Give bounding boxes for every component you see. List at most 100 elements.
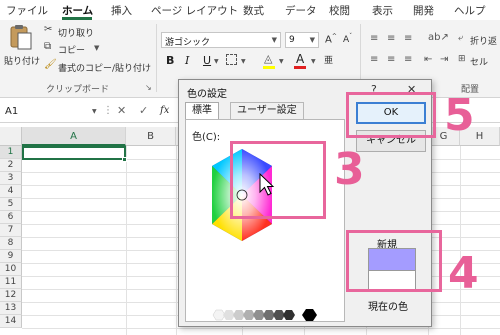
row-header[interactable]: 5 — [0, 198, 22, 211]
paste-label: 貼り付け — [4, 57, 41, 67]
fill-color-icon[interactable]: ◬ — [264, 52, 272, 65]
chevron-down-icon: ▼ — [271, 36, 277, 44]
wrap-icon[interactable]: ⤶ — [458, 33, 463, 43]
close-icon[interactable]: ✕ — [407, 83, 416, 96]
row-header[interactable]: 9 — [0, 250, 22, 263]
gridline — [126, 146, 127, 335]
decrease-font-icon[interactable]: Aˇ — [343, 33, 352, 45]
tab-help[interactable]: ヘルプ — [454, 3, 486, 18]
tab-data[interactable]: データ — [285, 3, 317, 18]
tab-file[interactable]: ファイル — [6, 3, 48, 18]
row-header[interactable]: 1 — [0, 146, 22, 159]
help-button[interactable]: ? — [371, 83, 377, 96]
font-size-value: 9 — [289, 35, 295, 45]
more-options-icon[interactable]: ⋮ — [103, 105, 113, 116]
name-box[interactable]: A1 — [2, 104, 86, 120]
hexagon-color-palette[interactable] — [190, 144, 310, 244]
align-left-icon[interactable]: ≡ — [370, 54, 378, 65]
format-painter-label: 書式のコピー/貼り付け — [58, 64, 152, 74]
row-header[interactable]: 2 — [0, 159, 22, 172]
enter-icon[interactable]: ✓ — [139, 104, 148, 117]
merge-label: セル — [470, 58, 489, 68]
indent-increase-icon[interactable]: ⇥ — [440, 54, 448, 65]
current-color-swatch — [368, 270, 416, 292]
gridline — [176, 146, 177, 335]
column-header-b[interactable]: B — [126, 127, 176, 146]
clipboard-group-label: クリップボード — [46, 85, 110, 95]
cut-button[interactable]: ✂ 切り取り — [44, 24, 104, 39]
row-header[interactable]: 3 — [0, 172, 22, 185]
font-color-button[interactable]: A — [296, 52, 304, 66]
tab-custom[interactable]: ユーザー設定 — [230, 102, 304, 120]
wrap-label: 折り返 — [470, 37, 498, 47]
bold-button[interactable]: B — [166, 54, 174, 67]
copy-icon: ⧉ — [44, 41, 52, 52]
dialog-launcher-icon[interactable]: ↘ — [145, 83, 152, 92]
font-name-value: 游ゴシック — [165, 38, 211, 48]
row-header[interactable]: 11 — [0, 276, 22, 289]
paste-button[interactable]: 貼り付け — [4, 24, 40, 67]
format-painter-button[interactable]: 🖌 書式のコピー/貼り付け — [44, 59, 151, 74]
clipboard-icon — [10, 25, 32, 50]
indent-decrease-icon[interactable]: ⇤ — [424, 54, 432, 65]
copy-button[interactable]: ⧉ コピー ▼ — [44, 41, 104, 56]
align-right-icon[interactable]: ≡ — [404, 54, 412, 65]
chevron-down-icon[interactable]: ▼ — [279, 58, 284, 65]
phonetic-icon[interactable]: 亜 — [324, 53, 333, 66]
row-header[interactable]: 7 — [0, 224, 22, 237]
tab-formulas[interactable]: 数式 — [243, 3, 264, 18]
dialog-title: 色の設定 — [187, 89, 227, 100]
brush-icon: 🖌 — [44, 59, 57, 70]
row-header[interactable]: 14 — [0, 315, 22, 328]
color-dialog: 色の設定 ? ✕ 標準 ユーザー設定 色(C): OK キャンセル 新規 現在の… — [178, 79, 432, 327]
step-number-5: 5 — [444, 90, 475, 141]
chevron-down-icon[interactable]: ▼ — [311, 58, 316, 65]
font-name-select[interactable]: 游ゴシック ▼ — [161, 32, 281, 48]
borders-icon[interactable] — [226, 54, 237, 65]
merge-icon[interactable]: ⊞ — [458, 54, 466, 64]
tab-view[interactable]: 表示 — [372, 3, 393, 18]
tab-home[interactable]: ホーム — [62, 3, 93, 18]
tab-developer[interactable]: 開発 — [413, 3, 434, 18]
align-middle-icon[interactable]: ≡ — [387, 33, 395, 44]
ribbon-tabs: ファイル ホーム 挿入 ページ レイアウト 数式 データ 校閲 表示 開発 ヘル… — [0, 0, 500, 20]
chevron-down-icon[interactable]: ▼ — [92, 108, 97, 115]
align-center-icon[interactable]: ≡ — [387, 54, 395, 65]
selected-cell-a1[interactable] — [22, 146, 126, 160]
font-size-select[interactable]: 9 ▼ — [285, 32, 319, 48]
ok-button[interactable]: OK — [356, 102, 426, 124]
fill-handle[interactable] — [122, 157, 127, 162]
increase-font-icon[interactable]: A^ — [325, 33, 337, 45]
chevron-down-icon[interactable]: ▼ — [214, 58, 219, 65]
row-header[interactable]: 10 — [0, 263, 22, 276]
align-bottom-icon[interactable]: ≡ — [404, 33, 412, 44]
tab-insert[interactable]: 挿入 — [111, 3, 132, 18]
underline-button[interactable]: U — [203, 54, 211, 67]
row-header[interactable]: 13 — [0, 302, 22, 315]
select-all-corner[interactable] — [0, 127, 22, 146]
column-header-a[interactable]: A — [22, 127, 126, 146]
cancel-icon[interactable]: ✕ — [117, 104, 126, 117]
align-top-icon[interactable]: ≡ — [370, 33, 378, 44]
current-color-label: 現在の色 — [368, 302, 408, 313]
mouse-pointer-icon — [259, 173, 275, 196]
tab-page-layout[interactable]: ページ レイアウト — [151, 3, 238, 18]
gridline — [460, 146, 461, 335]
row-header[interactable]: 6 — [0, 211, 22, 224]
fx-icon[interactable]: fx — [160, 105, 169, 116]
step-number-3: 3 — [334, 144, 365, 195]
tab-review[interactable]: 校閲 — [329, 3, 350, 18]
row-header[interactable]: 12 — [0, 289, 22, 302]
grayscale-palette[interactable] — [212, 308, 322, 322]
chevron-down-icon: ▼ — [94, 44, 100, 52]
fill-color-swatch — [263, 66, 275, 69]
cancel-button[interactable]: キャンセル — [356, 130, 426, 152]
row-header[interactable]: 4 — [0, 185, 22, 198]
new-color-swatch — [368, 248, 416, 270]
tab-standard[interactable]: 標準 — [185, 102, 219, 120]
italic-button[interactable]: I — [185, 54, 189, 67]
row-header[interactable]: 8 — [0, 237, 22, 250]
orientation-icon[interactable]: ab↗ — [428, 32, 449, 43]
scissors-icon: ✂ — [44, 24, 53, 35]
chevron-down-icon[interactable]: ▼ — [241, 58, 246, 65]
